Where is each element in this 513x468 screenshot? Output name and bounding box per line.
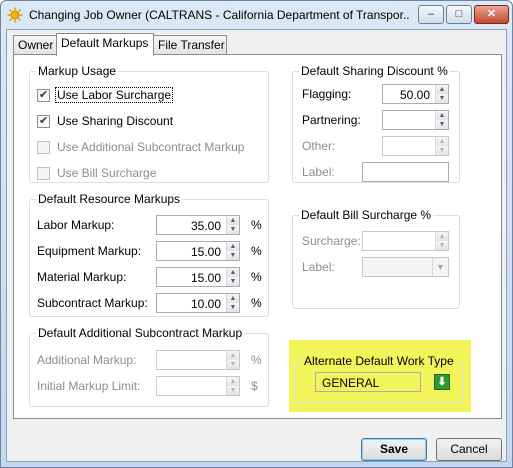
additional-markup-spinner[interactable]: ▲ ▼: [156, 350, 240, 370]
sun-gear-icon: [7, 7, 23, 23]
work-type-group: Alternate Default Work Type GENERAL ⬇: [295, 354, 463, 403]
minimize-button[interactable]: –: [418, 5, 444, 24]
equipment-markup-spinner[interactable]: 15.00 ▲ ▼: [156, 241, 240, 261]
spin-up-icon[interactable]: ▲: [436, 111, 448, 120]
bill-surcharge-group: Default Bill Surcharge % Surcharge: ▲ ▼ L…: [292, 208, 460, 309]
resource-markups-title: Default Resource Markups: [36, 192, 183, 206]
title-bar[interactable]: Changing Job Owner (CALTRANS - Californi…: [1, 1, 512, 29]
spin-up-icon[interactable]: ▲: [227, 242, 239, 251]
additional-subcontract-group: Default Additional Subcontract Markup Ad…: [29, 326, 269, 407]
flagging-spinner[interactable]: 50.00 ▲ ▼: [382, 84, 449, 104]
sharing-label-label: Label:: [302, 165, 335, 179]
use-labor-surcharge-checkbox[interactable]: [37, 88, 50, 102]
markup-usage-title: Markup Usage: [36, 64, 119, 78]
spin-up-icon: ▲: [436, 137, 448, 146]
additional-markup-unit: %: [251, 353, 262, 367]
subcontract-markup-unit: %: [251, 296, 262, 310]
spin-up-icon[interactable]: ▲: [227, 268, 239, 277]
use-labor-surcharge-label[interactable]: Use Labor Surcharge: [55, 87, 174, 103]
use-sharing-discount-checkbox[interactable]: [37, 114, 50, 128]
other-label: Other:: [302, 139, 336, 153]
tab-file-transfer[interactable]: File Transfer: [153, 35, 227, 55]
partnering-label: Partnering:: [302, 113, 361, 127]
spin-up-icon: ▲: [227, 377, 239, 386]
spin-up-icon: ▲: [436, 232, 448, 241]
default-markups-panel: Markup Usage Use Labor Surcharge Use Sha…: [13, 54, 502, 419]
work-type-field[interactable]: GENERAL: [315, 372, 421, 392]
sharing-discount-title: Default Sharing Discount %: [299, 64, 450, 78]
cancel-button[interactable]: Cancel: [436, 438, 502, 461]
spin-down-icon: ▼: [436, 146, 448, 155]
tab-default-markups[interactable]: Default Markups: [56, 33, 154, 56]
spin-down-icon[interactable]: ▼: [227, 303, 239, 312]
dialog-body: Owner Default Markups File Transfer Mark…: [6, 29, 507, 462]
labor-markup-unit: %: [251, 218, 262, 232]
additional-subcontract-title: Default Additional Subcontract Markup: [36, 326, 245, 340]
close-button[interactable]: ✕: [474, 5, 509, 24]
tab-owner[interactable]: Owner: [13, 35, 57, 55]
subcontract-markup-spinner[interactable]: 10.00 ▲ ▼: [156, 293, 240, 313]
work-type-title: Alternate Default Work Type: [302, 354, 456, 368]
partnering-spinner[interactable]: ▲ ▼: [382, 110, 449, 130]
equipment-markup-unit: %: [251, 244, 262, 258]
labor-markup-spinner[interactable]: 35.00 ▲ ▼: [156, 215, 240, 235]
spin-down-icon[interactable]: ▼: [227, 225, 239, 234]
material-markup-label: Material Markup:: [37, 270, 127, 284]
markup-usage-group: Markup Usage Use Labor Surcharge Use Sha…: [29, 64, 269, 183]
flagging-label: Flagging:: [302, 87, 352, 101]
spin-down-icon[interactable]: ▼: [436, 120, 448, 129]
spin-down-icon[interactable]: ▼: [227, 251, 239, 260]
work-type-value: GENERAL: [322, 376, 380, 390]
material-markup-spinner[interactable]: 15.00 ▲ ▼: [156, 267, 240, 287]
material-markup-unit: %: [251, 270, 262, 284]
green-down-arrow-icon[interactable]: ⬇: [434, 374, 450, 390]
flagging-value: 50.00: [399, 88, 430, 102]
maximize-button[interactable]: □: [446, 5, 472, 24]
equipment-markup-label: Equipment Markup:: [37, 244, 142, 258]
initial-markup-limit-unit: $: [251, 379, 258, 393]
spin-up-icon: ▲: [227, 351, 239, 360]
initial-markup-limit-spinner[interactable]: ▲ ▼: [156, 376, 240, 396]
spin-down-icon: ▼: [436, 241, 448, 250]
labor-markup-label: Labor Markup:: [37, 218, 115, 232]
resource-markups-group: Default Resource Markups Labor Markup: 3…: [29, 192, 269, 317]
dialog-window: Changing Job Owner (CALTRANS - Californi…: [0, 0, 513, 468]
spin-down-icon: ▼: [227, 386, 239, 395]
bill-surcharge-title: Default Bill Surcharge %: [299, 208, 434, 222]
use-additional-subcontract-label: Use Additional Subcontract Markup: [57, 140, 245, 154]
window-title: Changing Job Owner (CALTRANS - Californi…: [29, 8, 409, 22]
surcharge-label: Surcharge:: [302, 234, 361, 248]
initial-markup-limit-label: Initial Markup Limit:: [37, 379, 141, 393]
save-button[interactable]: Save: [361, 438, 427, 461]
use-additional-subcontract-checkbox[interactable]: [37, 141, 50, 154]
sharing-discount-group: Default Sharing Discount % Flagging: 50.…: [292, 64, 460, 183]
spin-up-icon[interactable]: ▲: [227, 216, 239, 225]
spin-down-icon[interactable]: ▼: [436, 94, 448, 103]
chevron-down-icon[interactable]: ▼: [432, 258, 448, 276]
additional-markup-label: Additional Markup:: [37, 353, 137, 367]
bill-label-label: Label:: [302, 260, 335, 274]
other-spinner[interactable]: ▲ ▼: [382, 136, 449, 156]
use-bill-surcharge-checkbox[interactable]: [37, 167, 50, 180]
sharing-label-input[interactable]: [362, 162, 449, 182]
spin-down-icon[interactable]: ▼: [227, 277, 239, 286]
subcontract-markup-label: Subcontract Markup:: [37, 296, 148, 310]
spin-down-icon: ▼: [227, 360, 239, 369]
use-bill-surcharge-label: Use Bill Surcharge: [57, 166, 157, 180]
bill-label-combobox[interactable]: ▼: [362, 257, 449, 277]
spin-up-icon[interactable]: ▲: [436, 85, 448, 94]
spin-up-icon[interactable]: ▲: [227, 294, 239, 303]
use-sharing-discount-label[interactable]: Use Sharing Discount: [57, 114, 173, 128]
surcharge-spinner[interactable]: ▲ ▼: [362, 231, 449, 251]
